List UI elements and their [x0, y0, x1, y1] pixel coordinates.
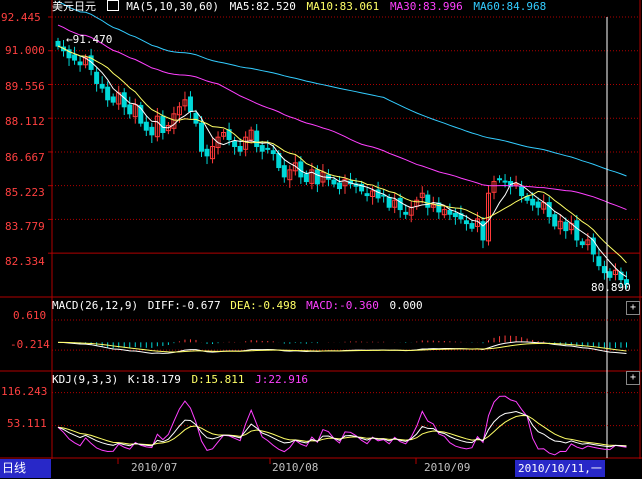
cursor-date-label: 2010/10/11,一	[515, 460, 605, 477]
x-month-0: 2010/07	[131, 461, 178, 474]
candle-body	[55, 40, 61, 47]
low-annotation: 80.890	[591, 281, 631, 294]
candle-body	[110, 96, 116, 103]
candle-body	[265, 147, 271, 150]
macd-zero-value: 0.000	[389, 299, 423, 312]
y-tick-macd-0: 0.610	[13, 309, 47, 322]
candle-body	[259, 145, 265, 152]
period-selector[interactable]: 日线	[0, 459, 51, 478]
high-annotation: ←91.470	[66, 33, 113, 46]
expand-macd-button[interactable]: +	[626, 371, 640, 385]
candle-body	[336, 182, 342, 190]
candle-body	[530, 198, 536, 206]
kdj-j-value: J:22.916	[255, 373, 309, 386]
candle-body	[270, 150, 276, 155]
main-header: 美元日元 MA(5,10,30,60) MA5:82.520 MA10:83.0…	[52, 0, 546, 14]
candle-body	[254, 130, 260, 148]
y-tick-main-2: 89.556	[5, 80, 45, 93]
candle-body	[386, 196, 392, 208]
ma-indicator-label[interactable]: MA(5,10,30,60)	[126, 0, 219, 13]
macd-header: MACD(26,12,9) DIFF:-0.677 DEA:-0.498 MAC…	[52, 299, 423, 313]
candle-body	[77, 61, 83, 66]
candle-body	[601, 266, 607, 274]
candle-body	[425, 194, 431, 208]
candle-body	[535, 201, 541, 208]
ma60-value: MA60:84.968	[473, 0, 547, 13]
candle-body	[463, 220, 469, 225]
candle-body	[596, 256, 602, 267]
candle-body	[403, 211, 409, 215]
candle-body	[331, 179, 337, 185]
macd-indicator-label[interactable]: MACD(26,12,9)	[52, 299, 138, 312]
candle-body	[447, 210, 453, 215]
ma10-value: MA10:83.061	[306, 0, 380, 13]
ma5-value: MA5:82.520	[229, 0, 296, 13]
macd-macd-value: MACD:-0.360	[306, 299, 379, 312]
candle-body	[552, 214, 558, 227]
candle-body	[127, 104, 133, 115]
candle-body	[502, 180, 508, 183]
kdj-d-line	[57, 415, 627, 447]
stock-chart[interactable]	[0, 0, 642, 479]
x-month-1: 2010/08	[272, 461, 319, 474]
ma10-line	[57, 45, 627, 264]
y-tick-main-4: 86.667	[5, 151, 45, 164]
y-tick-main-6: 83.779	[5, 220, 45, 233]
candle-body	[513, 183, 519, 186]
candle-body	[364, 193, 370, 197]
y-tick-main-5: 85.223	[5, 186, 45, 199]
candle-body	[72, 54, 78, 61]
candle-body	[187, 96, 193, 112]
candle-body	[303, 173, 309, 183]
y-tick-main-0: 92.445	[1, 11, 41, 24]
candle-body	[199, 122, 204, 152]
expand-main-button[interactable]: +	[626, 301, 640, 315]
candle-body	[579, 241, 585, 246]
candle-body	[160, 115, 166, 134]
candle-body	[281, 165, 287, 178]
candle-body	[237, 146, 243, 152]
kdj-header: KDJ(9,3,3) K:18.179 D:15.811 J:22.916	[52, 373, 308, 387]
candle-body	[232, 140, 238, 148]
kdj-k-line	[57, 410, 627, 448]
macd-diff-value: DIFF:-0.677	[147, 299, 221, 312]
candle-body	[149, 126, 155, 136]
candle-body	[574, 220, 580, 241]
kdj-d-value: D:15.811	[191, 373, 245, 386]
candle-body	[94, 71, 100, 84]
candle-body	[193, 112, 199, 124]
y-tick-main-1: 91.000	[5, 44, 45, 57]
candle-body	[519, 186, 525, 197]
kdj-indicator-label[interactable]: KDJ(9,3,3)	[52, 373, 118, 386]
y-tick-main-7: 82.334	[5, 255, 45, 268]
ma5-line	[57, 45, 627, 278]
kdj-k-value: K:18.179	[127, 373, 181, 386]
candle-body	[204, 148, 210, 157]
candle-body	[99, 83, 105, 89]
candle-body	[452, 212, 458, 218]
ma30-value: MA30:83.996	[389, 0, 463, 13]
candle-body	[469, 223, 475, 229]
y-tick-kdj-1: 53.111	[7, 417, 47, 430]
x-month-2: 2010/09	[424, 461, 471, 474]
candle-body	[314, 169, 320, 185]
ma-icon	[106, 0, 119, 11]
y-tick-kdj-0: 116.243	[1, 385, 48, 398]
ma60-line	[57, 1, 627, 177]
macd-dea-value: DEA:-0.498	[230, 299, 297, 312]
candle-body	[105, 86, 111, 101]
candle-body	[397, 197, 403, 211]
y-tick-main-3: 88.112	[5, 115, 45, 128]
candle-body	[497, 178, 503, 181]
y-tick-macd-1: -0.214	[10, 338, 50, 351]
candle-body	[563, 221, 569, 232]
candle-body	[607, 271, 613, 278]
low-value: 80.890	[591, 281, 631, 294]
high-value: 91.470	[72, 33, 113, 46]
candle-body	[143, 121, 149, 131]
instrument-title: 美元日元	[52, 0, 96, 13]
